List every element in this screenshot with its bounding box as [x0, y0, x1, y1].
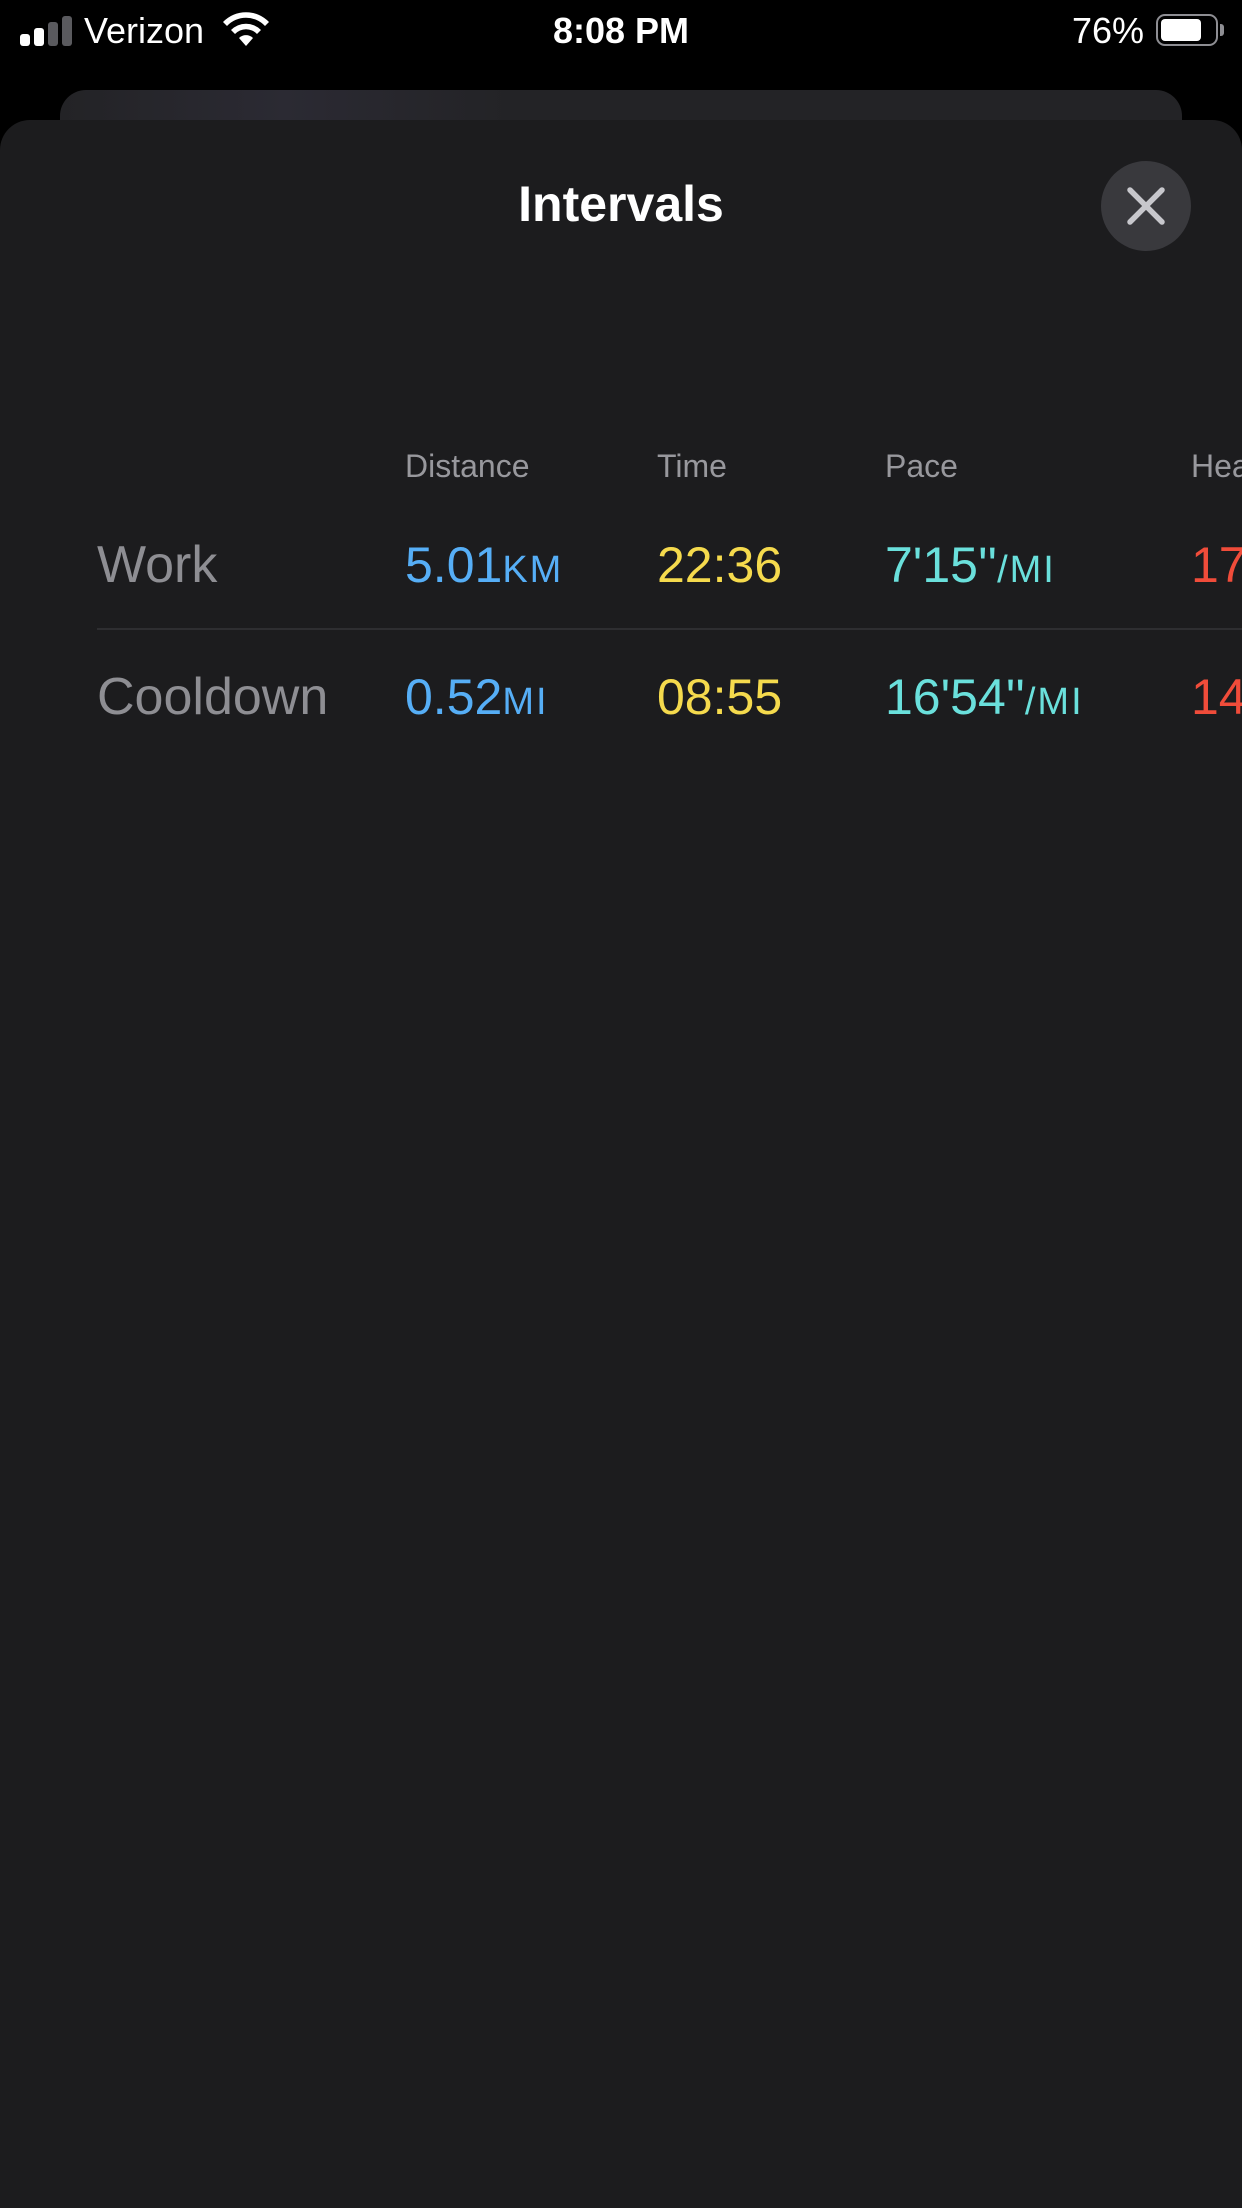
close-button[interactable] — [1101, 161, 1191, 251]
cooldown-distance: 0.52MI — [405, 665, 549, 734]
cooldown-pace-value: 16'54'' — [885, 669, 1025, 725]
intervals-sheet: Intervals Distance Time Pace Hea Work 5.… — [0, 120, 1242, 2208]
cooldown-pace: 16'54''/MI — [885, 665, 1084, 734]
battery-icon — [1156, 14, 1226, 48]
row-label-work: Work — [97, 536, 218, 594]
work-heart-rate: 17 — [1191, 537, 1242, 593]
header-pace: Pace — [885, 448, 958, 484]
status-bar: Verizon 8:08 PM 76% — [0, 0, 1242, 62]
cooldown-time: 08:55 — [657, 669, 783, 725]
work-distance: 5.01KM — [405, 533, 563, 602]
status-time: 8:08 PM — [552, 10, 690, 51]
cooldown-distance-unit: MI — [502, 681, 549, 723]
row-divider — [97, 628, 1242, 630]
work-pace-value: 7'15'' — [885, 537, 998, 593]
work-pace-unit: /MI — [997, 549, 1056, 591]
close-x-icon — [1127, 187, 1165, 225]
work-pace: 7'15''/MI — [885, 533, 1056, 602]
header-time: Time — [657, 448, 727, 484]
cooldown-distance-value: 0.52 — [405, 669, 503, 725]
battery-percentage: 76% — [1071, 10, 1144, 51]
cooldown-heart-rate: 14 — [1191, 669, 1242, 725]
header-heart-rate: Hea — [1191, 448, 1242, 484]
header-distance: Distance — [405, 448, 530, 484]
work-distance-unit: KM — [502, 549, 564, 591]
cooldown-pace-unit: /MI — [1024, 681, 1084, 723]
work-time: 22:36 — [657, 537, 783, 593]
screen: Verizon 8:08 PM 76% Intervals Distance T… — [0, 0, 1242, 2208]
row-label-cooldown: Cooldown — [97, 668, 329, 726]
sheet-title: Intervals — [518, 176, 724, 232]
work-distance-value: 5.01 — [405, 537, 503, 593]
